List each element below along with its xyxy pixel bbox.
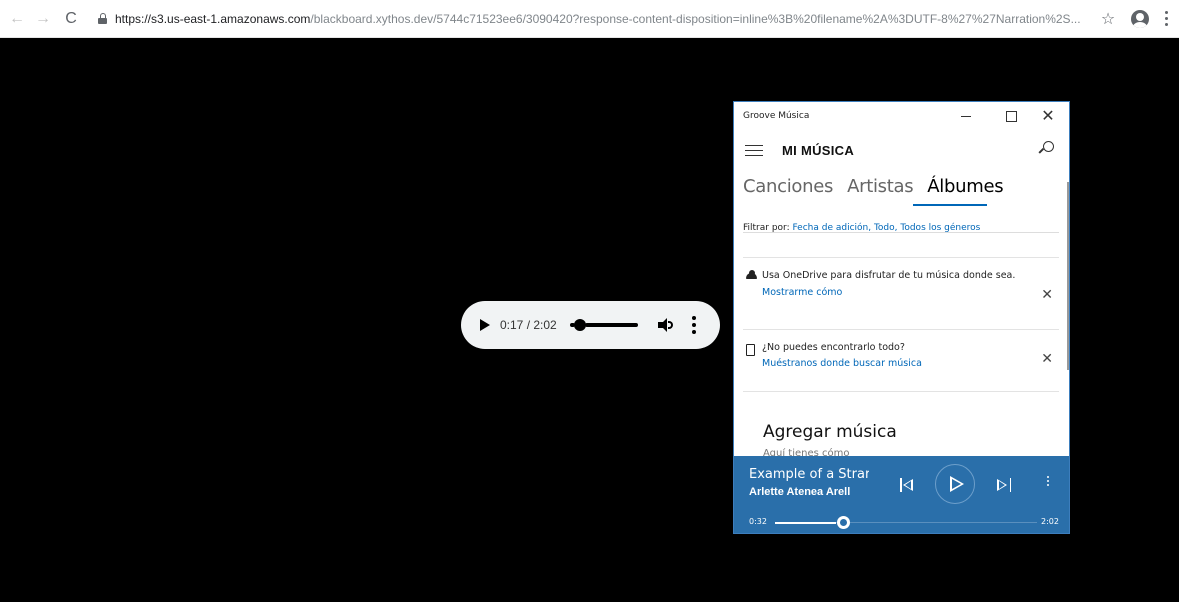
previous-track-icon[interactable] [900,478,914,492]
volume-icon[interactable] [658,318,674,332]
active-tab-indicator [913,204,987,206]
hamburger-menu-icon[interactable] [745,144,763,156]
play-pause-button[interactable] [935,464,975,504]
now-playing-track[interactable]: Example of a Strar [749,467,869,482]
groove-seek-thumb[interactable] [837,516,851,529]
reload-button[interactable]: C [58,6,84,32]
tab-artistas[interactable]: Artistas [847,176,914,206]
play-icon[interactable] [480,319,490,331]
tab-canciones[interactable]: Canciones [743,176,833,206]
dismiss-onedrive-button[interactable]: ✕ [1041,286,1053,303]
close-window-button[interactable]: ✕ [1026,102,1069,130]
show-where-link[interactable]: Muéstranos donde buscar música [762,357,1022,370]
current-time: 0:32 [749,517,767,526]
device-icon [746,344,755,356]
now-playing-artist[interactable]: Arlette Atenea Arell [749,486,869,498]
bookmark-star-icon[interactable]: ☆ [1095,9,1121,29]
now-playing-bar: Example of a Strar Arlette Atenea Arell … [734,456,1069,533]
url-host: https://s3.us-east-1.amazonaws.com [115,11,311,26]
reload-icon: C [65,9,77,27]
tab-albumes[interactable]: Álbumes [927,176,1003,206]
groove-titlebar[interactable]: Groove Música ✕ [734,102,1069,130]
groove-scrollbar[interactable] [1067,182,1069,370]
find-music-text: ¿No puedes encontrarlo todo? [762,342,905,353]
address-bar[interactable]: https://s3.us-east-1.amazonaws.com/black… [92,6,1095,32]
find-music-notice: ¿No puedes encontrarlo todo? Muéstranos … [743,329,1059,391]
browser-menu-icon[interactable] [1159,11,1173,26]
minimize-button[interactable] [944,102,988,130]
add-music-subtitle: Aquí tienes cómo [763,448,850,456]
arrow-left-icon: ← [9,9,25,27]
groove-window-title: Groove Música [743,111,810,121]
player-menu-icon[interactable] [692,316,696,334]
back-button[interactable]: ← [4,6,30,32]
add-music-title: Agregar música [763,422,897,442]
show-me-how-link[interactable]: Mostrarme cómo [762,286,1022,299]
groove-seek-fill [775,521,837,524]
dismiss-find-button[interactable]: ✕ [1041,350,1053,367]
arrow-right-icon: → [35,9,51,27]
more-options-icon[interactable] [1047,476,1049,486]
onedrive-notice-text: Usa OneDrive para disfrutar de tu música… [762,270,1016,281]
groove-header: MI MÚSICA [734,130,1069,170]
profile-avatar-icon[interactable] [1131,9,1149,28]
audio-time: 0:17 / 2:02 [500,318,557,332]
notice-divider [743,391,1059,392]
cloud-icon [746,270,757,279]
search-icon[interactable] [1038,141,1054,157]
play-icon [950,476,964,492]
groove-window: Groove Música ✕ MI MÚSICA Canciones Arti… [733,101,1070,534]
audio-seek-rest [584,323,638,327]
browser-toolbar: ← → C https://s3.us-east-1.amazonaws.com… [0,0,1179,38]
next-track-icon[interactable] [997,478,1011,492]
audio-seek-thumb[interactable] [573,319,586,331]
audio-player: 0:17 / 2:02 [461,301,720,349]
total-time: 2:02 [1041,517,1059,526]
groove-seek-slider[interactable] [775,516,1037,529]
lock-icon [98,13,107,24]
tabs-divider [743,232,1059,233]
url-path: /blackboard.xythos.dev/5744c71523ee6/309… [310,11,1081,26]
groove-tabs: Canciones Artistas Álbumes [743,176,1069,206]
groove-section-title: MI MÚSICA [782,142,855,158]
forward-button[interactable]: → [30,6,56,32]
onedrive-notice: Usa OneDrive para disfrutar de tu música… [743,257,1059,329]
audio-seek-slider[interactable] [570,319,638,331]
